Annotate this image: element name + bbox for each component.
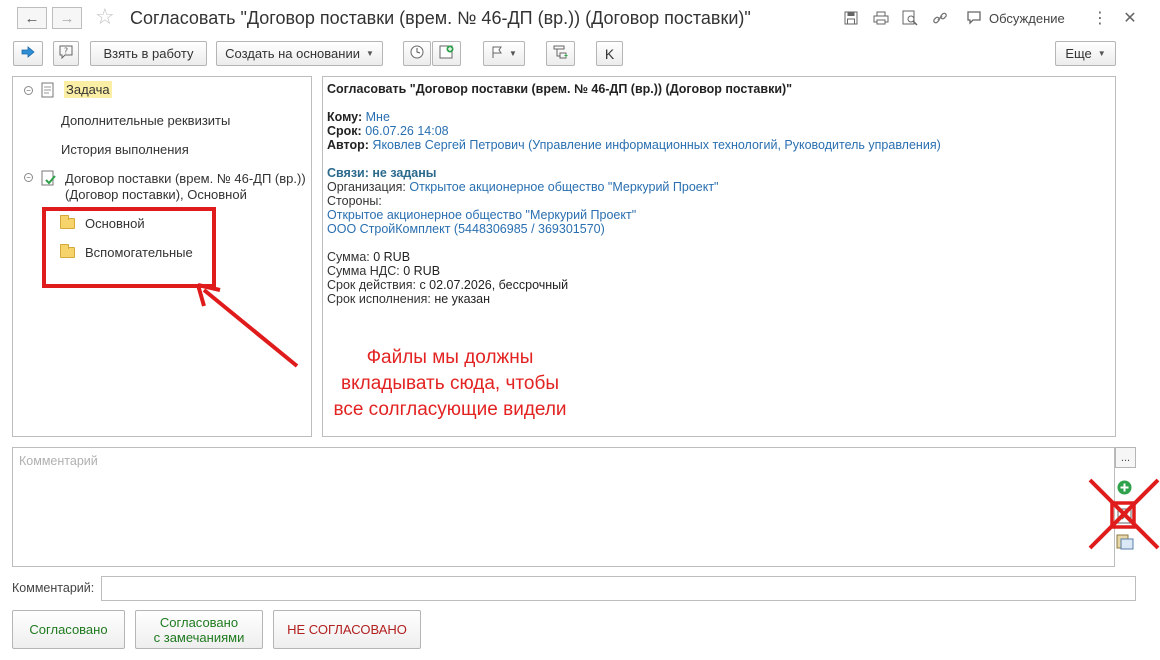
arrow-left-icon: ← <box>24 9 40 27</box>
tree-item-contract[interactable]: Договор поставки (врем. № 46-ДП (вр.)) (… <box>65 171 306 203</box>
organization-label: Организация: <box>327 180 406 194</box>
author-label: Автор: <box>327 138 369 152</box>
comment-textarea[interactable]: Комментарий <box>12 447 1115 567</box>
details-author: Автор: Яковлев Сергей Петрович (Управлен… <box>327 138 941 152</box>
create-based-on-button[interactable]: Создать на основании ▼ <box>216 41 383 66</box>
party-link-1[interactable]: Открытое акционерное общество "Меркурий … <box>327 208 636 222</box>
comment-field-label: Комментарий: <box>12 581 95 595</box>
svg-text:?: ? <box>64 47 68 56</box>
star-icon[interactable]: ☆ <box>95 4 115 30</box>
ellipsis-icon: ... <box>1120 451 1131 464</box>
details-organization: Организация: Открытое акционерное общест… <box>327 180 719 194</box>
annotation-text: Файлы мы должны вкладывать сюда, чтобы в… <box>300 345 600 423</box>
to-label: Кому: <box>327 110 363 124</box>
sum-value: 0 RUB <box>373 250 411 264</box>
k-icon: K <box>604 45 615 62</box>
details-sum: Сумма: 0 RUB <box>327 250 410 264</box>
organization-link[interactable]: Открытое акционерное общество "Меркурий … <box>409 180 718 194</box>
add-document-icon <box>439 45 455 62</box>
deadline-label: Срок: <box>327 124 362 138</box>
chevron-down-icon: ▼ <box>1097 49 1106 58</box>
comment-field[interactable] <box>101 576 1136 601</box>
preview-icon[interactable] <box>901 9 919 27</box>
tree-item-task[interactable]: Задача <box>64 81 112 98</box>
approved-document-icon <box>41 170 56 190</box>
chevron-down-icon: ▼ <box>365 49 374 58</box>
back-button[interactable]: ← <box>17 7 47 29</box>
chevron-down-icon: ▼ <box>509 49 517 58</box>
arrow-right-icon <box>21 46 35 61</box>
flag-button[interactable]: ▼ <box>483 41 525 66</box>
help-button[interactable]: ? <box>53 41 79 66</box>
save-icon[interactable] <box>842 9 860 27</box>
details-header: Согласовать "Договор поставки (врем. № 4… <box>327 82 793 96</box>
clock-icon <box>410 45 424 62</box>
annotation-line-1: Файлы мы должны <box>366 347 534 368</box>
annotation-line-3: все солгласующие видели <box>333 399 567 420</box>
link-icon[interactable] <box>931 9 949 27</box>
sum-label: Сумма: <box>327 250 370 264</box>
deadline-link[interactable]: 06.07.26 14:08 <box>365 124 448 138</box>
comment-expand-button[interactable]: ... <box>1115 447 1136 468</box>
parties-label: Стороны: <box>327 194 382 208</box>
approved-button[interactable]: Согласовано <box>12 610 125 649</box>
create-based-on-label: Создать на основании <box>225 46 360 61</box>
approved-remarks-line1: Согласовано <box>159 614 239 630</box>
clock-button[interactable] <box>403 41 431 66</box>
more-button[interactable]: Еще ▼ <box>1055 41 1116 66</box>
k-button[interactable]: K <box>596 41 623 66</box>
to-link[interactable]: Мне <box>366 110 390 124</box>
arrow-right-icon: → <box>59 9 75 27</box>
annotation-cross-icon <box>1088 478 1160 550</box>
validity-value: с 02.07.2026, бессрочный <box>419 278 569 292</box>
details-vat: Сумма НДС: 0 RUB <box>327 264 440 278</box>
links-title[interactable]: Связи: не заданы <box>327 166 436 180</box>
approved-with-remarks-button[interactable]: Согласовано с замечаниями <box>135 610 263 649</box>
annotation-line-2: вкладывать сюда, чтобы <box>341 373 559 394</box>
navigate-button[interactable] <box>13 41 43 66</box>
more-label: Еще <box>1065 46 1092 61</box>
details-validity: Срок действия: с 02.07.2026, бессрочный <box>327 278 568 292</box>
tree-structure-icon <box>553 45 569 62</box>
structure-button[interactable] <box>546 41 575 66</box>
collapse-icon[interactable]: − <box>24 86 33 95</box>
discussion-button[interactable]: Обсуждение <box>989 11 1065 26</box>
details-to: Кому: Мне <box>327 110 390 124</box>
annotation-arrow-icon <box>196 283 299 368</box>
approved-remarks-line2: с замечаниями <box>153 629 245 645</box>
tree-item-contract-line1: Договор поставки (врем. № 46-ДП (вр.)) <box>65 171 306 186</box>
take-to-work-button[interactable]: Взять в работу <box>90 41 207 66</box>
forward-button[interactable]: → <box>52 7 82 29</box>
tree-item-contract-line2: (Договор поставки), Основной <box>65 187 247 202</box>
execution-value: не указан <box>434 292 491 306</box>
comment-placeholder: Комментарий <box>19 454 98 468</box>
details-deadline: Срок: 06.07.26 14:08 <box>327 124 449 138</box>
close-icon[interactable]: ✕ <box>1121 9 1139 27</box>
collapse-icon[interactable]: − <box>24 173 33 182</box>
tree-item-history[interactable]: История выполнения <box>61 142 189 157</box>
document-icon <box>41 82 54 101</box>
page-title: Согласовать "Договор поставки (врем. № 4… <box>130 8 751 28</box>
details-execution: Срок исполнения: не указан <box>327 292 490 306</box>
validity-label: Срок действия: <box>327 278 416 292</box>
party-link-2[interactable]: ООО СтройКомплект (5448306985 / 36930157… <box>327 222 605 236</box>
annotation-highlight-box <box>42 207 216 288</box>
flag-icon <box>491 46 503 62</box>
tree-item-additional-details[interactable]: Дополнительные реквизиты <box>61 113 230 128</box>
vat-value: 0 RUB <box>403 264 441 278</box>
not-approved-button[interactable]: НЕ СОГЛАСОВАНО <box>273 610 421 649</box>
approved-label: Согласовано <box>29 622 108 637</box>
vat-label: Сумма НДС: <box>327 264 400 278</box>
not-approved-label: НЕ СОГЛАСОВАНО <box>287 622 407 637</box>
tree-item-task-label: Задача <box>64 81 112 98</box>
author-link[interactable]: Яковлев Сергей Петрович (Управление инфо… <box>372 138 940 152</box>
print-icon[interactable] <box>872 9 890 27</box>
add-subtask-button[interactable] <box>432 41 461 66</box>
discussion-icon[interactable] <box>965 9 983 27</box>
execution-label: Срок исполнения: <box>327 292 431 306</box>
more-vert-icon[interactable]: ⋮ <box>1091 9 1109 27</box>
help-icon: ? <box>59 45 73 62</box>
